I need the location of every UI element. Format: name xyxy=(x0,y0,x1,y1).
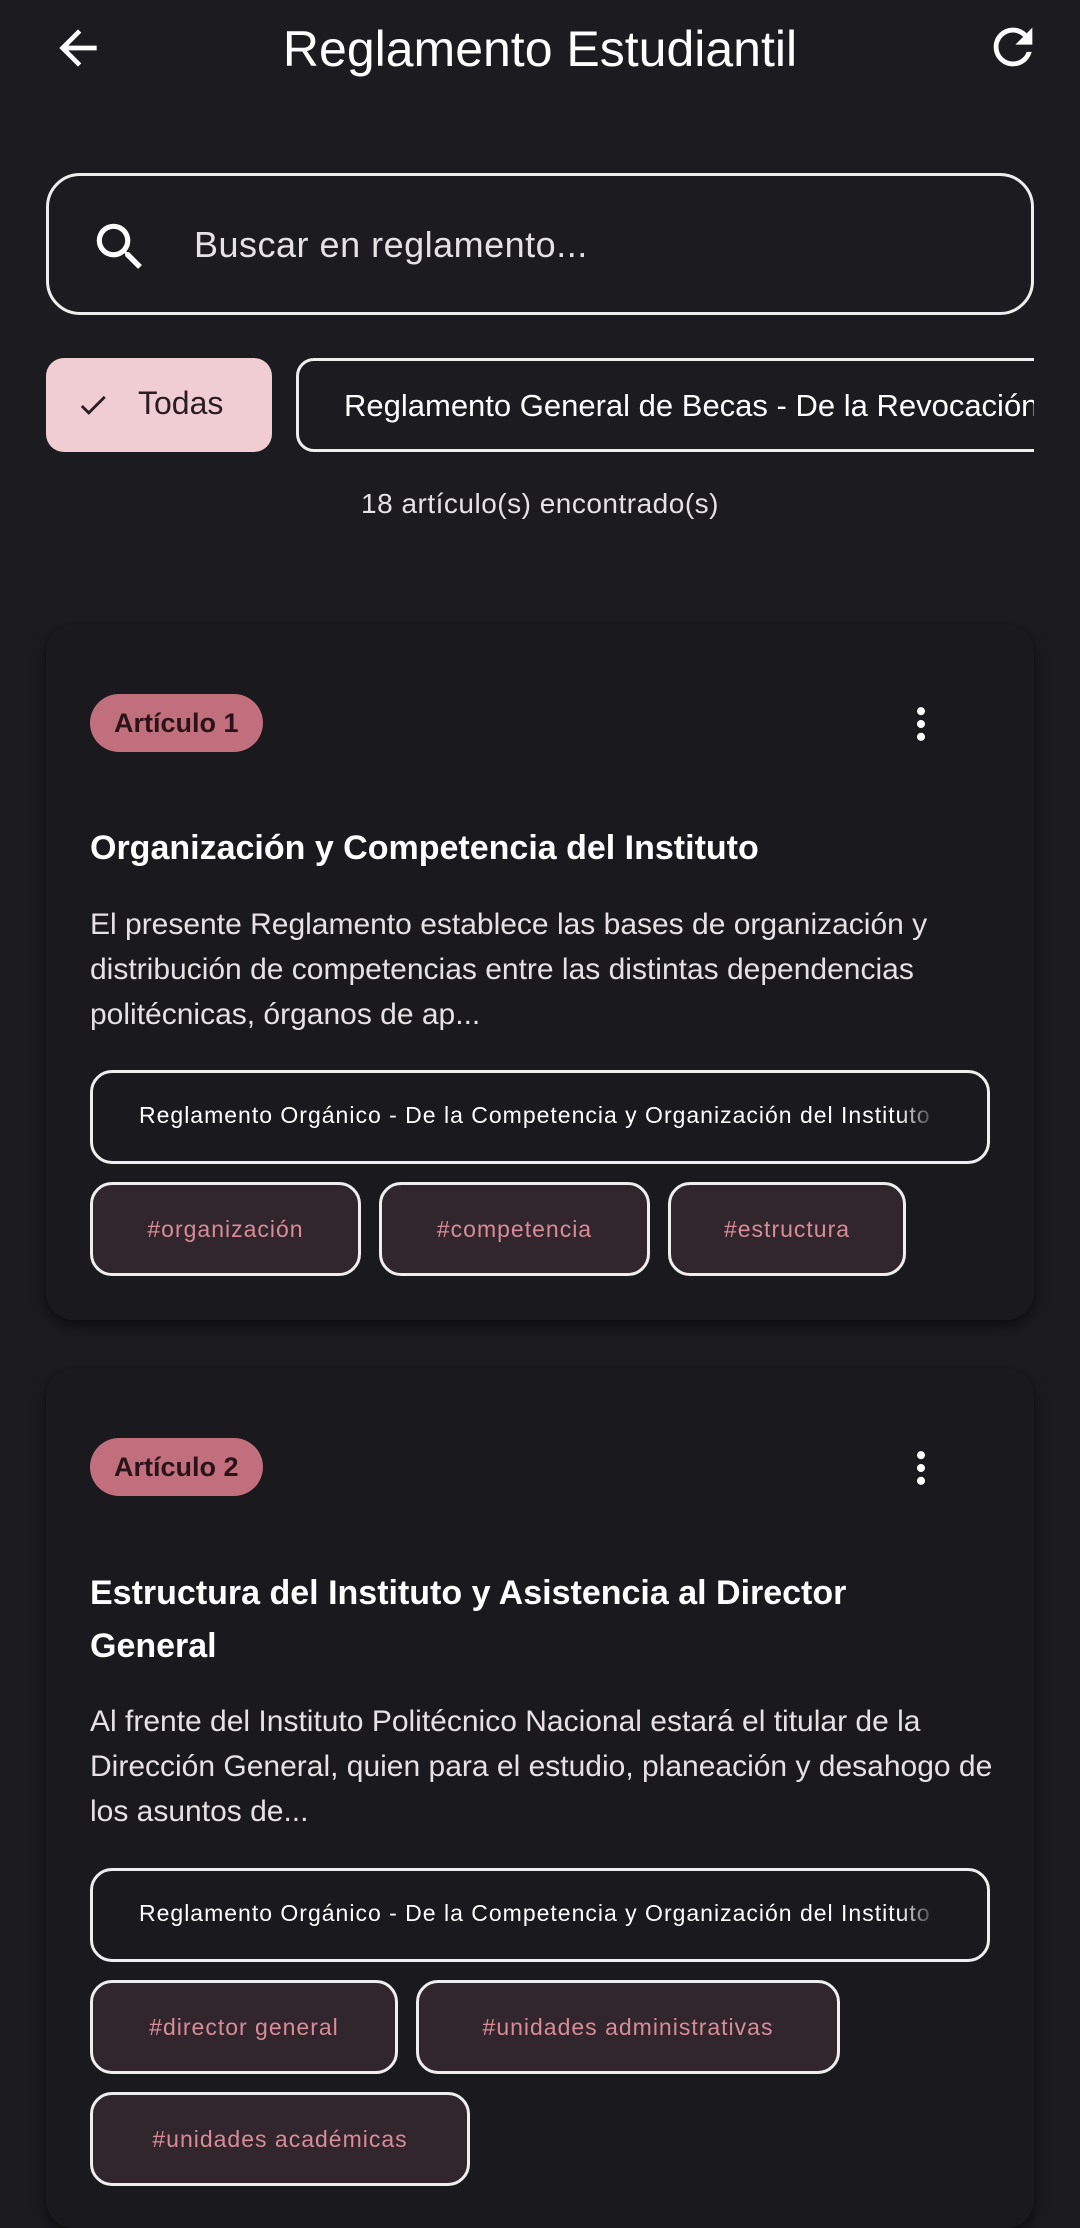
search-icon xyxy=(96,223,142,269)
article-source-label: Reglamento Orgánico - De la Competencia … xyxy=(139,1102,931,1128)
app-bar: Reglamento Estudiantil xyxy=(0,0,1080,96)
article-number-badge: Artículo 1 xyxy=(90,694,263,752)
article-number-badge: Artículo 2 xyxy=(90,1438,263,1496)
article-tag[interactable]: #organización xyxy=(90,1182,361,1276)
check-icon xyxy=(80,395,106,415)
article-tag[interactable]: #director general xyxy=(90,1980,398,2074)
search-input[interactable]: Buscar en reglamento... xyxy=(46,173,1034,315)
article-tag[interactable]: #competencia xyxy=(379,1182,650,1276)
filter-chips: Todas Reglamento General de Becas - De l… xyxy=(46,358,1034,454)
filter-chip-category[interactable]: Reglamento General de Becas - De la Revo… xyxy=(296,358,1034,452)
more-vertical-icon[interactable] xyxy=(899,696,943,752)
article-card[interactable]: Artículo 2 Estructura del Instituto y As… xyxy=(46,1368,1034,2228)
filter-chip-label: Todas xyxy=(138,385,224,421)
article-source-label: Reglamento Orgánico - De la Competencia … xyxy=(139,1900,931,1926)
refresh-icon[interactable] xyxy=(984,18,1042,76)
article-card[interactable]: Artículo 1 Organización y Competencia de… xyxy=(46,624,1034,1320)
article-tag[interactable]: #unidades académicas xyxy=(90,2092,470,2186)
filter-chip-label: Reglamento General de Becas - De la Revo… xyxy=(344,388,1034,423)
article-tag[interactable]: #unidades administrativas xyxy=(416,1980,840,2074)
article-source-chip[interactable]: Reglamento Orgánico - De la Competencia … xyxy=(90,1070,990,1164)
page-title: Reglamento Estudiantil xyxy=(282,21,798,77)
more-vertical-icon[interactable] xyxy=(899,1440,943,1496)
article-tag[interactable]: #estructura xyxy=(668,1182,906,1276)
article-description: Al frente del Instituto Politécnico Naci… xyxy=(90,1705,993,1828)
article-description: El presente Reglamento establece las bas… xyxy=(90,908,928,1031)
article-source-chip[interactable]: Reglamento Orgánico - De la Competencia … xyxy=(90,1868,990,1962)
results-count: 18 artículo(s) encontrado(s) xyxy=(361,488,719,519)
search-placeholder: Buscar en reglamento... xyxy=(194,224,588,265)
article-title: Organización y Competencia del Instituto xyxy=(90,829,759,867)
article-title: Estructura del Instituto y Asistencia al… xyxy=(90,1574,847,1665)
filter-chip-todas[interactable]: Todas xyxy=(46,358,272,452)
